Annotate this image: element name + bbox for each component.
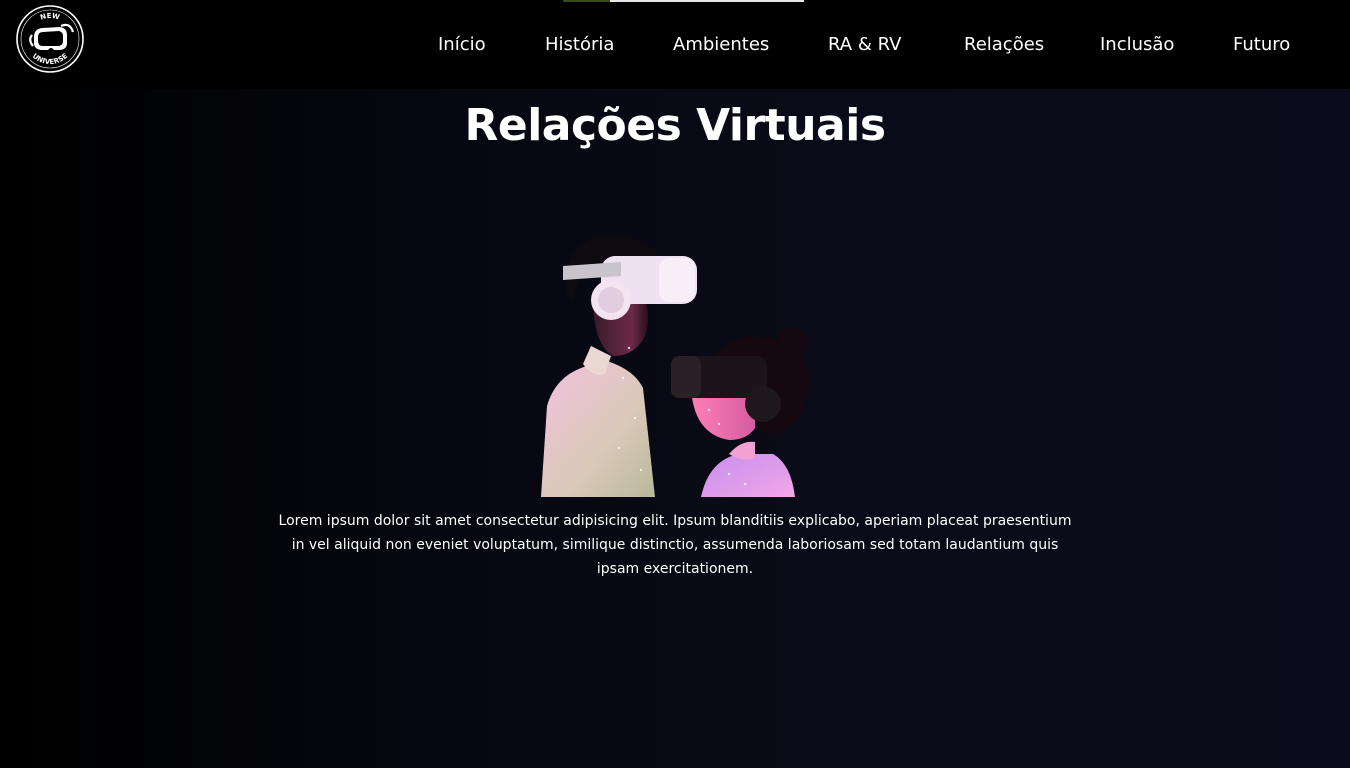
nav-link-historia[interactable]: História: [545, 34, 614, 55]
nav-link-ambientes[interactable]: Ambientes: [673, 34, 769, 55]
nav-link-inclusao[interactable]: Inclusão: [1100, 34, 1174, 55]
top-navigation-bar: NEW UNIVERSE Início História Ambientes R…: [0, 0, 1350, 89]
intro-paragraph: Lorem ipsum dolor sit amet consectetur a…: [278, 513, 1072, 577]
nav-link-futuro[interactable]: Futuro: [1233, 34, 1290, 55]
nav-link-relacoes[interactable]: Relações: [964, 34, 1044, 55]
loading-progress-accent: [563, 0, 610, 2]
nav-link-ra-rv[interactable]: RA & RV: [828, 34, 901, 55]
page-title: Relações Virtuais: [464, 100, 886, 151]
vr-couple-illustration: [541, 234, 809, 497]
main-navigation: Início História Ambientes RA & RV Relaçõ…: [0, 34, 1350, 60]
nav-link-inicio[interactable]: Início: [438, 34, 486, 55]
